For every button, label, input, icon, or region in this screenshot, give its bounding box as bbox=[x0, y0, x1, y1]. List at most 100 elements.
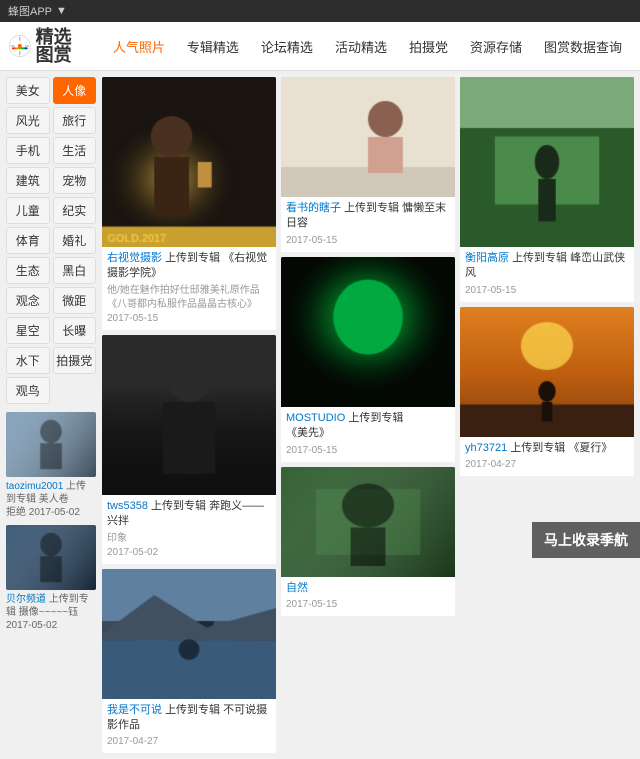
nav-album[interactable]: 专辑精选 bbox=[177, 31, 249, 62]
photo-card-4[interactable]: MOSTUDIO 上传到专辑 《美先》 2017-05-15 bbox=[281, 257, 455, 462]
photo-card-1[interactable]: tws5358 上传到专辑 奔跑义——兴拌 印象 2017-05-02 bbox=[102, 335, 276, 564]
photo-user-7: yh73721 bbox=[465, 442, 507, 454]
cat-portrait[interactable]: 人像 bbox=[53, 77, 97, 104]
photo-img-1 bbox=[102, 335, 276, 495]
main-nav: 人气照片 专辑精选 论坛精选 活动精选 拍摄党 资源存储 图赏数据查询 bbox=[103, 31, 632, 62]
sidebar-thumb-1-img[interactable] bbox=[6, 412, 96, 477]
cat-underwater[interactable]: 水下 bbox=[6, 347, 50, 374]
photo-user-1: tws5358 bbox=[107, 500, 148, 512]
nav-activity[interactable]: 活动精选 bbox=[325, 31, 397, 62]
photo-desc-1: 印象 bbox=[107, 532, 271, 546]
photo-title-5: 自然 bbox=[286, 581, 450, 596]
photo-img-4 bbox=[281, 257, 455, 407]
cat-travel[interactable]: 旅行 bbox=[53, 107, 97, 134]
photo-action-7: 上传到专辑 bbox=[510, 442, 565, 454]
category-grid: 美女 人像 风光 旅行 手机 生活 建筑 宠物 儿童 纪实 体育 婚礼 生态 黑… bbox=[6, 77, 96, 404]
photo-card-2[interactable]: 我是不可说 上传到专辑 不可说摄影作品 2017-04-27 bbox=[102, 569, 276, 754]
photo-date-3: 2017-05-15 bbox=[286, 234, 450, 248]
cat-ecology[interactable]: 生态 bbox=[6, 257, 50, 284]
sidebar-thumb-2-album: 摄像~~~~~钰 bbox=[19, 607, 78, 618]
photo-user-2: 我是不可说 bbox=[107, 704, 162, 716]
header: 精选图赏 人气照片 专辑精选 论坛精选 活动精选 拍摄党 资源存储 图赏数据查询 bbox=[0, 22, 640, 71]
nav-resource[interactable]: 资源存储 bbox=[460, 31, 532, 62]
nav-forum[interactable]: 论坛精选 bbox=[251, 31, 323, 62]
cat-architecture[interactable]: 建筑 bbox=[6, 167, 50, 194]
sidebar-thumb-1: taozimu2001 上传到专辑 美人卷 拒绝 2017-05-02 bbox=[6, 412, 96, 519]
photo-action-1: 上传到专辑 bbox=[151, 500, 206, 512]
cat-shooting[interactable]: 拍摄党 bbox=[53, 347, 97, 374]
cat-scenery[interactable]: 风光 bbox=[6, 107, 50, 134]
photo-col-0: 右视觉摄影 上传到专辑 《右视觉摄影学院》 他/她在魅作拍好仕邸雅美礼原作品《八… bbox=[102, 77, 276, 753]
photo-img-0 bbox=[102, 77, 276, 247]
topbar: 蜂图APP ▼ bbox=[0, 0, 640, 22]
cat-macro[interactable]: 微距 bbox=[53, 287, 97, 314]
photo-date-5: 2017-05-15 bbox=[286, 598, 450, 612]
photo-title-2: 我是不可说 上传到专辑 不可说摄影作品 bbox=[107, 703, 271, 734]
app-label: 蜂图APP bbox=[8, 3, 52, 19]
sidebar-thumb-1-album: 美人卷 bbox=[39, 494, 69, 505]
photo-img-5 bbox=[281, 467, 455, 577]
photo-img-6 bbox=[460, 77, 634, 247]
photo-card-7[interactable]: yh73721 上传到专辑 《夏行》 2017-04-27 bbox=[460, 307, 634, 476]
cat-bw[interactable]: 黑白 bbox=[53, 257, 97, 284]
cat-phone[interactable]: 手机 bbox=[6, 137, 50, 164]
sidebar-thumb-2-date: 2017-05-02 bbox=[6, 620, 57, 631]
logo-texts: 精选图赏 bbox=[36, 28, 83, 64]
photo-action-2: 上传到专辑 bbox=[165, 704, 220, 716]
sidebar-thumb-1-extra: 拒绝 bbox=[6, 507, 26, 518]
cat-bird[interactable]: 观鸟 bbox=[6, 377, 50, 404]
photo-user-6: 衡阳高原 bbox=[465, 252, 509, 264]
cat-documentary[interactable]: 纪实 bbox=[53, 197, 97, 224]
photo-user-3: 看书的瞎子 bbox=[286, 202, 341, 214]
photo-album-4: 《美先》 bbox=[286, 427, 330, 439]
nav-popular[interactable]: 人气照片 bbox=[103, 31, 175, 62]
photo-desc-0: 他/她在魅作拍好仕邸雅美礼原作品《八哥都内私服作品晶晶古核心》 bbox=[107, 284, 271, 312]
logo-main-text: 精选图赏 bbox=[36, 28, 83, 64]
photo-title-7: yh73721 上传到专辑 《夏行》 bbox=[465, 441, 629, 456]
cat-children[interactable]: 儿童 bbox=[6, 197, 50, 224]
cat-beauty[interactable]: 美女 bbox=[6, 77, 50, 104]
cat-concept[interactable]: 观念 bbox=[6, 287, 50, 314]
sidebar-thumb-2-user: 贝尔频道 bbox=[6, 594, 46, 605]
cat-star[interactable]: 星空 bbox=[6, 317, 50, 344]
photo-action-6: 上传到专辑 bbox=[512, 252, 567, 264]
watermark-text: 马上收录季航 bbox=[544, 532, 628, 548]
photo-date-2: 2017-04-27 bbox=[107, 735, 271, 749]
photo-album-7: 《夏行》 bbox=[568, 442, 612, 454]
photo-card-6[interactable]: 衡阳高原 上传到专辑 峰峦山武侠风 2017-05-15 bbox=[460, 77, 634, 302]
photo-date-7: 2017-04-27 bbox=[465, 458, 629, 472]
photo-action-0: 上传到专辑 bbox=[165, 252, 220, 264]
photo-title-3: 看书的瞎子 上传到专辑 慵懒至末日容 bbox=[286, 201, 450, 232]
sidebar-thumb-1-user: taozimu2001 bbox=[6, 481, 63, 492]
photo-date-1: 2017-05-02 bbox=[107, 546, 271, 560]
photo-date-6: 2017-05-15 bbox=[465, 284, 629, 298]
photo-user-0: 右视觉摄影 bbox=[107, 252, 162, 264]
photo-action-4: 上传到专辑 bbox=[348, 412, 403, 424]
nav-query[interactable]: 图赏数据查询 bbox=[534, 31, 632, 62]
sidebar-thumb-2: 贝尔频道 上传到专辑 摄像~~~~~钰 2017-05-02 bbox=[6, 525, 96, 632]
photo-card-0[interactable]: 右视觉摄影 上传到专辑 《右视觉摄影学院》 他/她在魅作拍好仕邸雅美礼原作品《八… bbox=[102, 77, 276, 330]
photo-user-5: 自然 bbox=[286, 582, 308, 594]
photo-action-3: 上传到专辑 bbox=[344, 202, 399, 214]
cat-life[interactable]: 生活 bbox=[53, 137, 97, 164]
sidebar: 美女 人像 风光 旅行 手机 生活 建筑 宠物 儿童 纪实 体育 婚礼 生态 黑… bbox=[6, 77, 96, 753]
cat-pet[interactable]: 宠物 bbox=[53, 167, 97, 194]
sidebar-thumb-1-date: 2017-05-02 bbox=[29, 507, 80, 518]
photo-date-0: 2017-05-15 bbox=[107, 312, 271, 326]
cat-sport[interactable]: 体育 bbox=[6, 227, 50, 254]
watermark: 马上收录季航 bbox=[532, 522, 640, 558]
photo-card-3[interactable]: 看书的瞎子 上传到专辑 慵懒至末日容 2017-05-15 bbox=[281, 77, 455, 252]
cat-wedding[interactable]: 婚礼 bbox=[53, 227, 97, 254]
photo-user-4: MOSTUDIO bbox=[286, 412, 345, 424]
nav-shooting[interactable]: 拍摄党 bbox=[399, 31, 458, 62]
photo-img-2 bbox=[102, 569, 276, 699]
cat-longexpo[interactable]: 长曝 bbox=[53, 317, 97, 344]
photo-img-3 bbox=[281, 77, 455, 197]
photo-title-1: tws5358 上传到专辑 奔跑义——兴拌 bbox=[107, 499, 271, 530]
photo-title-0: 右视觉摄影 上传到专辑 《右视觉摄影学院》 bbox=[107, 251, 271, 282]
photo-col-2: 衡阳高原 上传到专辑 峰峦山武侠风 2017-05-15 yh73721 上传到… bbox=[460, 77, 634, 476]
photo-title-4: MOSTUDIO 上传到专辑 《美先》 bbox=[286, 411, 450, 442]
photo-card-5[interactable]: 自然 2017-05-15 bbox=[281, 467, 455, 616]
topbar-arrow: ▼ bbox=[56, 5, 67, 17]
photo-col-1: 看书的瞎子 上传到专辑 慵懒至末日容 2017-05-15 MOSTUDIO 上… bbox=[281, 77, 455, 616]
